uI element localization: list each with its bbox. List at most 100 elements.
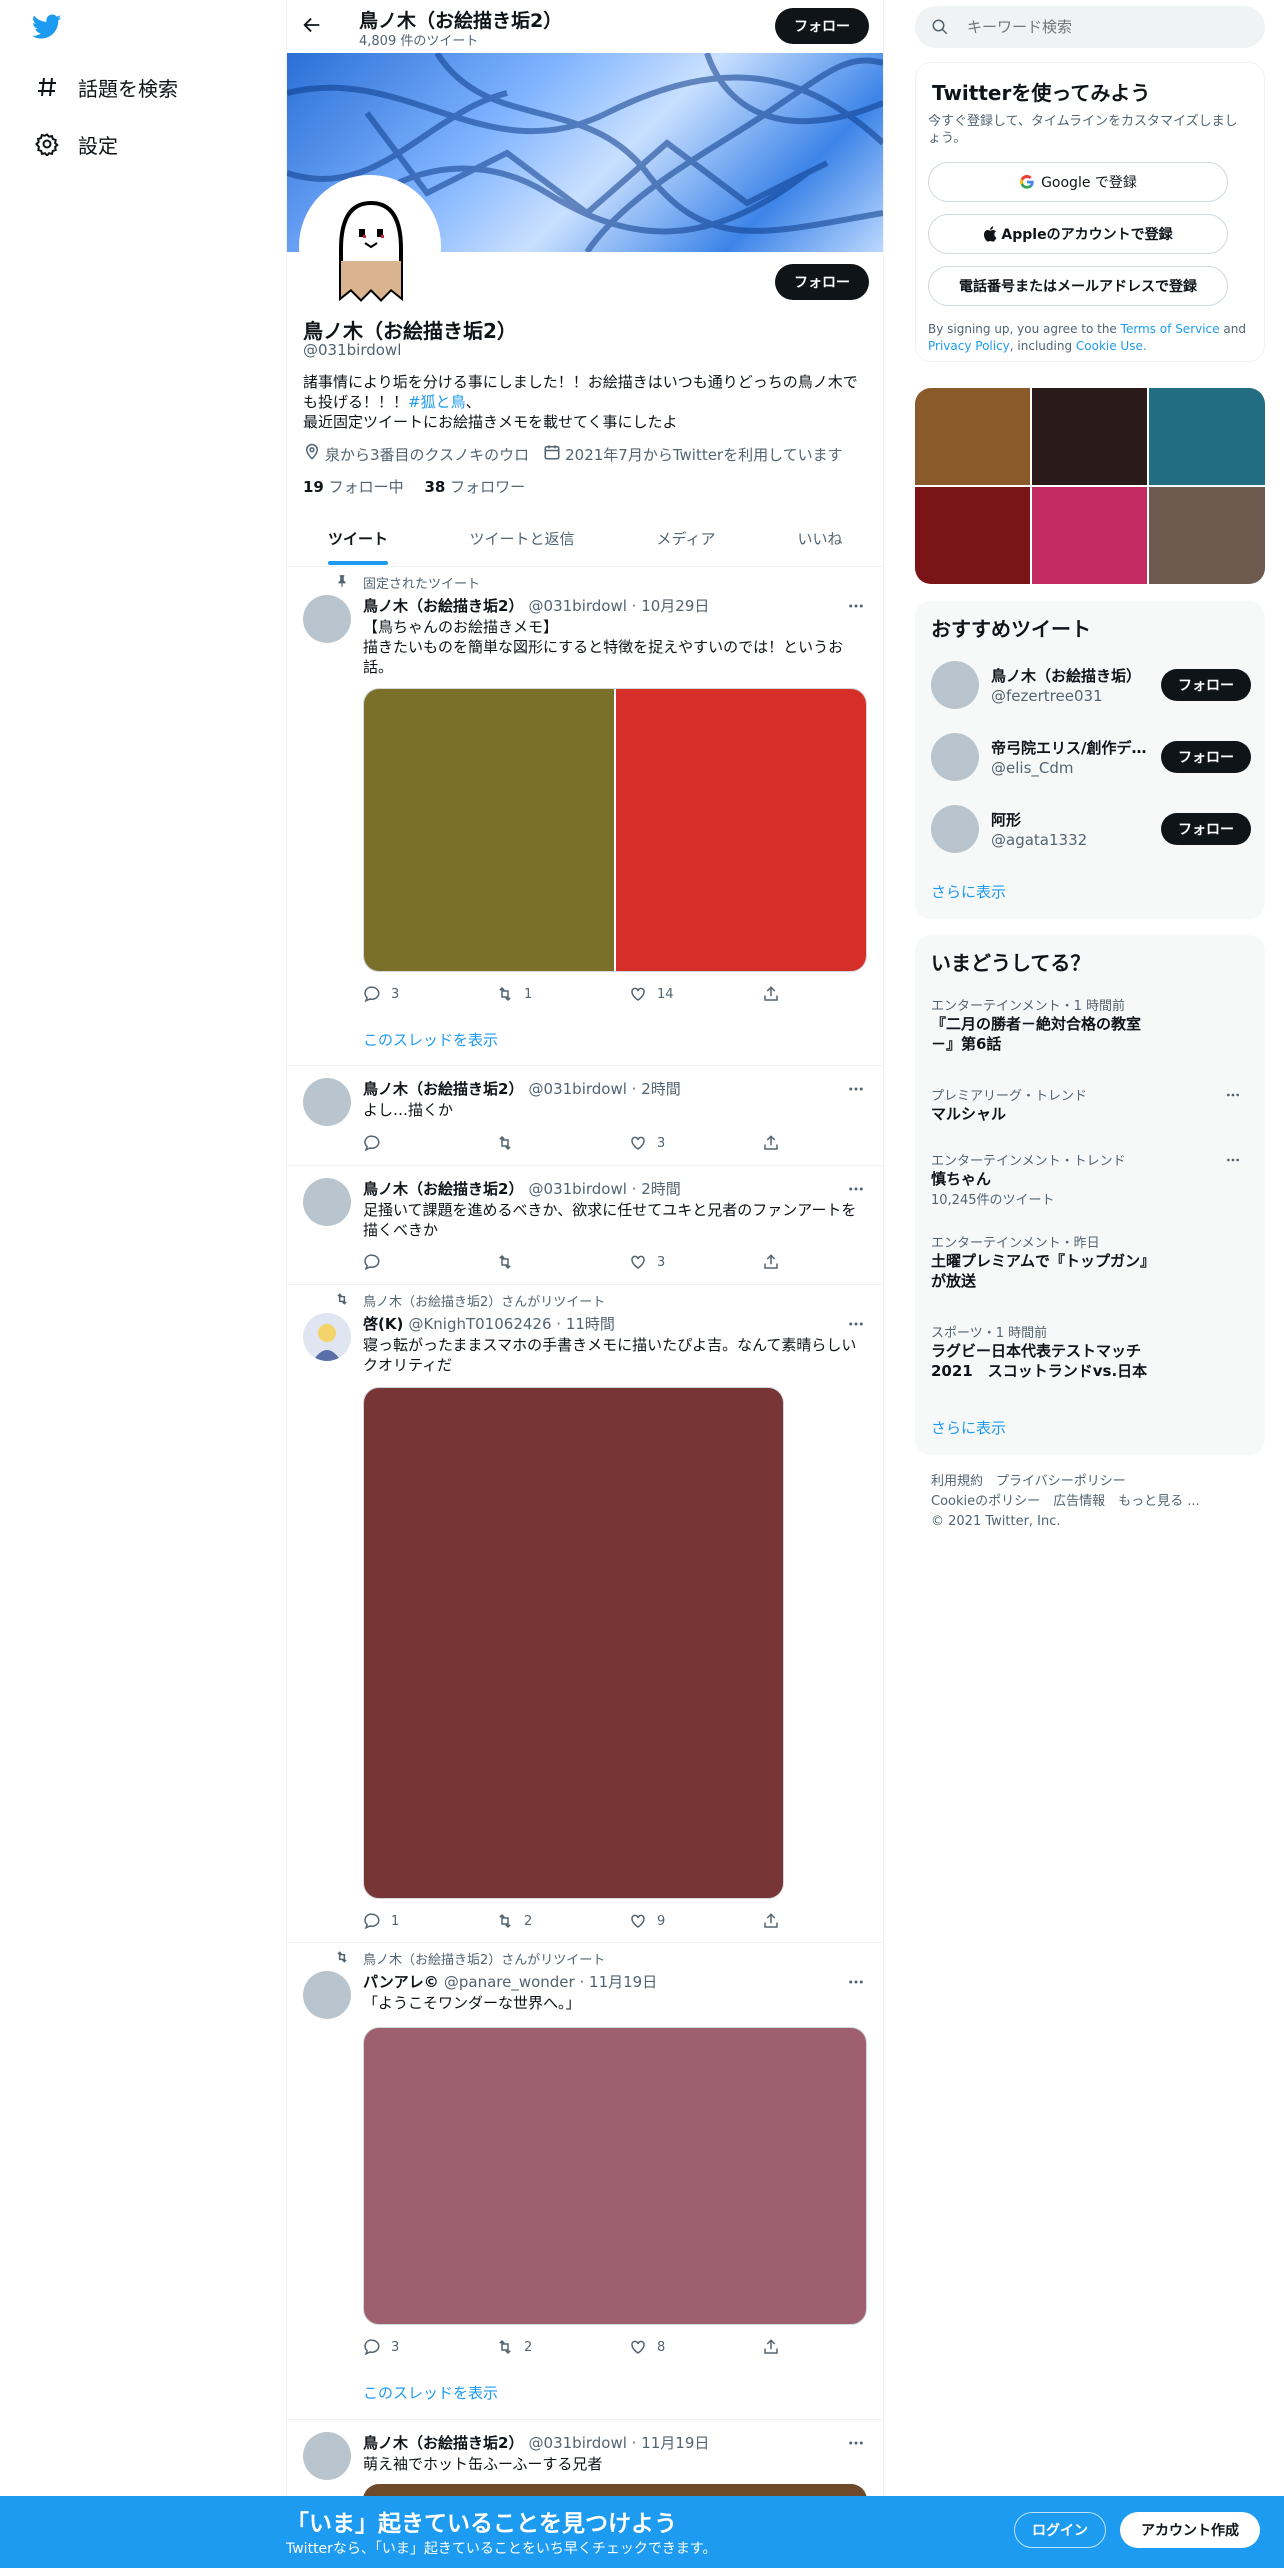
tweet-author-name[interactable]: 鳥ノ木（お絵描き垢2） (363, 2434, 523, 2452)
tweet[interactable]: 鳥ノ木（お絵描き垢2） @031birdowl · 2時間 よし…描くか 3 (287, 1066, 883, 1165)
tweet-avatar[interactable] (303, 2432, 351, 2480)
more-icon[interactable] (847, 1180, 865, 1202)
retweet-button[interactable] (496, 1253, 629, 1271)
retweet-button[interactable]: 1 (496, 985, 629, 1003)
media-grid-item[interactable] (1032, 487, 1147, 584)
follow-button[interactable]: フォロー (1161, 669, 1251, 701)
followers-link[interactable]: 38 フォロワー (424, 478, 525, 496)
header-follow-button[interactable]: フォロー (775, 8, 869, 44)
like-button[interactable]: 3 (629, 1134, 762, 1152)
tab-tweets-and-replies[interactable]: ツイートと返信 (429, 510, 615, 566)
tweet-time[interactable]: 2時間 (641, 1180, 681, 1198)
privacy-link[interactable]: Privacy Policy (928, 339, 1010, 353)
share-button[interactable] (762, 985, 895, 1003)
recommend-user[interactable]: 帝弓院エリス/創作デ… @elis_Cdm フォロー (931, 733, 1251, 781)
cookie-link[interactable]: Cookie Use. (1076, 339, 1147, 353)
footer-links[interactable]: 利用規約 プライバシーポリシー (931, 1472, 1200, 1492)
tab-tweets[interactable]: ツイート (287, 510, 429, 566)
media-grid-item[interactable] (915, 487, 1030, 584)
tweet-author-name[interactable]: 鳥ノ木（お絵描き垢2） (363, 1180, 523, 1198)
tweet-time[interactable]: 11月19日 (641, 2434, 709, 2452)
recommend-user[interactable]: 鳥ノ木（お絵描き垢） @fezertree031 フォロー (931, 661, 1251, 709)
user-avatar[interactable] (931, 805, 979, 853)
show-more-link[interactable]: さらに表示 (931, 881, 1006, 902)
tweet-author-name[interactable]: 啓(K) (363, 1315, 403, 1333)
tweet-media[interactable] (363, 2027, 867, 2325)
media-image-1[interactable] (364, 689, 614, 971)
reply-button[interactable]: 3 (363, 2338, 496, 2356)
phone-signup-button[interactable]: 電話番号またはメールアドレスで登録 (928, 266, 1228, 306)
share-button[interactable] (762, 2338, 895, 2356)
user-avatar[interactable] (931, 733, 979, 781)
follow-button[interactable]: フォロー (1161, 741, 1251, 773)
signup-button[interactable]: アカウント作成 (1120, 2512, 1260, 2548)
following-link[interactable]: 19 フォロー中 (303, 478, 404, 496)
more-icon[interactable] (847, 597, 865, 619)
retweet-button[interactable] (496, 1134, 629, 1152)
search-input[interactable] (967, 18, 1227, 36)
trend-item[interactable]: スポーツ・1 時間前 ラグビー日本代表テストマッチ2021 スコットランドvs.… (931, 1322, 1251, 1381)
nav-settings[interactable]: 設定 (34, 124, 118, 164)
trend-item[interactable]: エンターテインメント・トレンド 慎ちゃん 10,245件のツイート (931, 1150, 1251, 1208)
user-avatar[interactable] (931, 661, 979, 709)
tweet[interactable]: 鳥ノ木（お絵描き垢2） @031birdowl · 11月19日 萌え袖でホット… (287, 2420, 883, 2496)
like-button[interactable]: 3 (629, 1253, 762, 1271)
tweet-author-name[interactable]: 鳥ノ木（お絵描き垢2） (363, 597, 523, 615)
media-grid-item[interactable] (1149, 388, 1265, 485)
nav-explore[interactable]: 話題を検索 (34, 67, 178, 107)
like-button[interactable]: 9 (629, 1912, 762, 1930)
reply-button[interactable]: 1 (363, 1912, 496, 1930)
twitter-logo-icon[interactable] (31, 14, 66, 44)
reply-button[interactable]: 3 (363, 985, 496, 1003)
share-button[interactable] (762, 1253, 895, 1271)
tweet-retweet[interactable]: 鳥ノ木（お絵描き垢2）さんがリツイート 啓(K) @KnighT01062426… (287, 1285, 883, 1942)
show-more-link[interactable]: さらに表示 (931, 1417, 1006, 1438)
tab-likes[interactable]: いいね (757, 510, 883, 566)
more-icon[interactable] (847, 2434, 865, 2456)
tab-media[interactable]: メディア (615, 510, 757, 566)
more-icon[interactable] (847, 1080, 865, 1102)
recommend-user[interactable]: 阿形 @agata1332 フォロー (931, 805, 1251, 853)
follow-button[interactable]: フォロー (1161, 813, 1251, 845)
tweet-avatar[interactable] (303, 595, 351, 643)
trend-item[interactable]: プレミアリーグ・トレンド マルシャル (931, 1085, 1251, 1124)
media-image-2[interactable] (615, 689, 866, 971)
media-grid-item[interactable] (915, 388, 1030, 485)
reply-button[interactable] (363, 1253, 496, 1271)
apple-signup-button[interactable]: Appleのアカウントで登録 (928, 214, 1228, 254)
share-button[interactable] (762, 1134, 895, 1152)
tweet-media[interactable] (363, 688, 867, 972)
trend-more-icon[interactable] (1225, 1152, 1241, 1172)
tweet-time[interactable]: 2時間 (641, 1080, 681, 1098)
more-icon[interactable] (847, 1315, 865, 1337)
tweet-time[interactable]: 11月19日 (589, 1973, 657, 1991)
tweet[interactable]: 鳥ノ木（お絵描き垢2） @031birdowl · 2時間 足掻いて課題を進める… (287, 1166, 883, 1284)
retweet-button[interactable]: 2 (496, 1912, 629, 1930)
trend-item[interactable]: エンターテインメント・1 時間前 『二月の勝者－絶対合格の教室－』第6話 (931, 995, 1251, 1054)
trend-more-icon[interactable] (1225, 1087, 1241, 1107)
like-button[interactable]: 14 (629, 985, 762, 1003)
tweet-author-name[interactable]: 鳥ノ木（お絵描き垢2） (363, 1080, 523, 1098)
tweet-time[interactable]: 11時間 (566, 1315, 615, 1333)
bio-hashtag-link[interactable]: #狐と鳥 (408, 393, 466, 411)
footer-links[interactable]: Cookieのポリシー 広告情報 もっと見る ... (931, 1492, 1200, 1512)
trend-item[interactable]: エンターテインメント・昨日 土曜プレミアムで『トップガン』が放送 (931, 1232, 1251, 1291)
back-arrow-icon[interactable] (301, 14, 327, 40)
like-button[interactable]: 8 (629, 2338, 762, 2356)
media-grid-item[interactable] (1149, 487, 1265, 584)
media-grid-item[interactable] (1032, 388, 1147, 485)
tweet-media[interactable] (363, 2484, 867, 2496)
tweet-pinned[interactable]: 固定されたツイート 鳥ノ木（お絵描き垢2） @031birdowl · 10月2… (287, 567, 883, 1065)
show-thread-link[interactable]: このスレッドを表示 (363, 1029, 498, 1050)
retweet-button[interactable]: 2 (496, 2338, 629, 2356)
tweet-avatar[interactable] (303, 1078, 351, 1126)
tweet-author-name[interactable]: パンアレ© (363, 1973, 439, 1991)
tweet-avatar[interactable] (303, 1313, 351, 1361)
google-signup-button[interactable]: Google で登録 (928, 162, 1228, 202)
share-button[interactable] (762, 1912, 895, 1930)
more-icon[interactable] (847, 1973, 865, 1995)
tweet-media[interactable] (363, 1387, 784, 1899)
tweet-avatar[interactable] (303, 1178, 351, 1226)
tos-link[interactable]: Terms of Service (1121, 322, 1220, 336)
profile-follow-button[interactable]: フォロー (775, 264, 869, 300)
